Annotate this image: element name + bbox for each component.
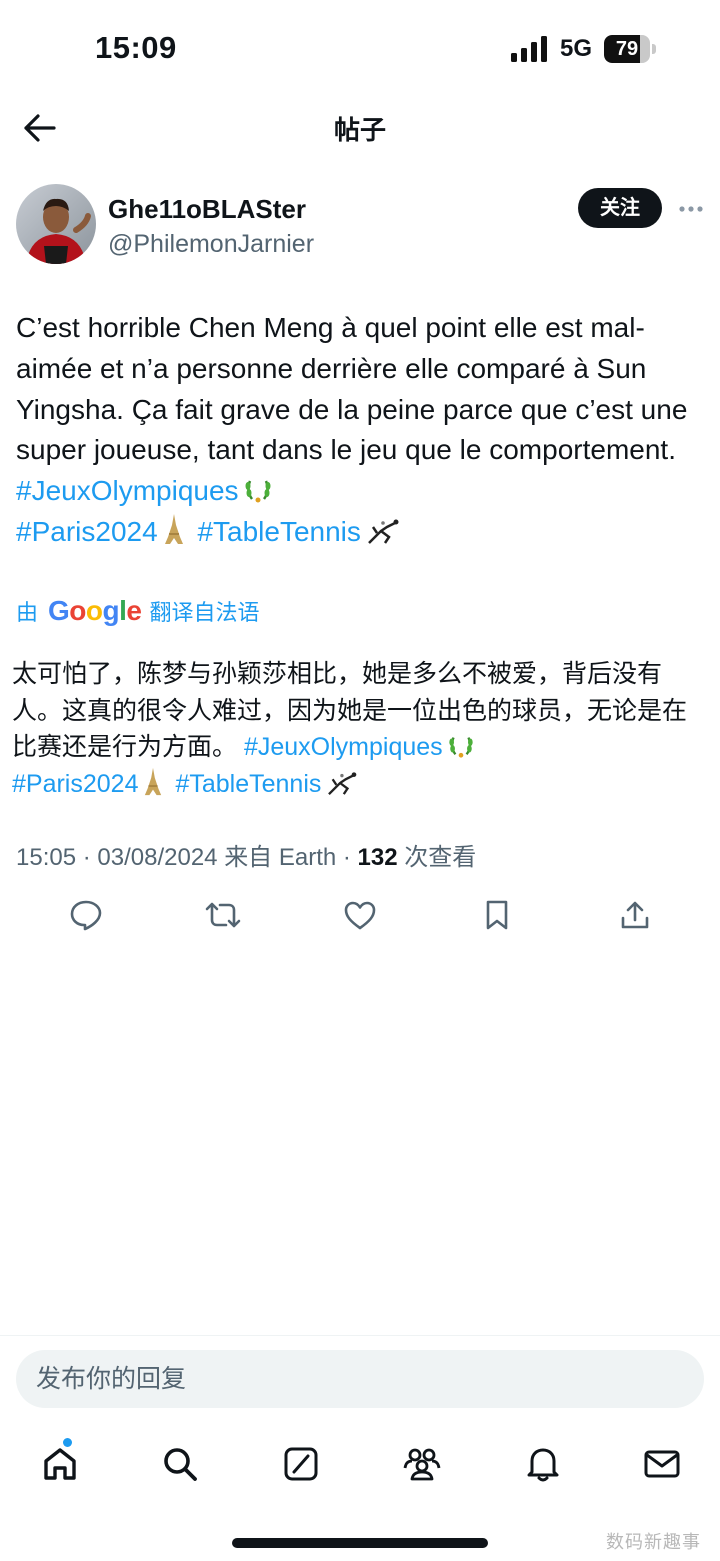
bookmark-icon [486, 900, 508, 930]
translation-source: 翻译自法语 [149, 600, 260, 625]
post-time: 15:05 [16, 844, 77, 871]
top-nav: 帖子 [0, 100, 720, 156]
communities-icon [403, 1448, 441, 1481]
table-tennis-icon [328, 772, 357, 795]
tab-communities[interactable] [394, 1436, 450, 1492]
retweet-button[interactable] [201, 893, 245, 937]
share-icon [621, 901, 649, 929]
home-icon [44, 1448, 76, 1480]
hashtag-jeuxolympiques[interactable]: #JeuxOlympiques [16, 475, 239, 506]
view-count: 132 [357, 844, 398, 871]
more-button[interactable] [676, 194, 706, 224]
translation-credit[interactable]: 由 Google 翻译自法语 [16, 594, 260, 628]
eiffel-tower-icon [145, 767, 162, 795]
notifications-icon [527, 1448, 559, 1482]
tab-grok[interactable] [273, 1436, 329, 1492]
hashtag-tabletennis-translated[interactable]: #TableTennis [175, 770, 321, 798]
reply-input[interactable]: 发布你的回复 [16, 1350, 704, 1408]
status-time: 15:09 [95, 30, 177, 65]
display-name[interactable]: Ghe11oBLASter [108, 194, 306, 225]
battery-icon: 79 [604, 35, 656, 63]
tab-home[interactable] [32, 1436, 88, 1492]
post-actions [0, 893, 720, 937]
hashtag-tabletennis[interactable]: #TableTennis [197, 516, 360, 547]
avatar[interactable] [16, 184, 96, 264]
post-text: C’est horrible Chen Meng à quel point el… [16, 308, 706, 553]
more-horizontal-icon [679, 206, 703, 212]
messages-icon [644, 1450, 680, 1478]
user-handle[interactable]: @PhilemonJarnier [108, 230, 314, 259]
laurel-wreath-icon [449, 737, 473, 758]
grok-icon [284, 1447, 318, 1481]
reply-button[interactable] [64, 893, 108, 937]
like-icon [344, 901, 376, 930]
post-date: 03/08/2024 [97, 844, 218, 871]
hashtag-paris2024-translated[interactable]: #Paris2024 [12, 770, 138, 798]
table-tennis-icon [368, 519, 399, 544]
avatar-image [16, 184, 96, 264]
eiffel-tower-icon [164, 513, 183, 544]
hashtag-jeuxolympiques-translated[interactable]: #JeuxOlympiques [244, 733, 443, 761]
battery-level: 79 [615, 38, 639, 60]
bookmark-button[interactable] [475, 893, 519, 937]
post-source: 来自 Earth [224, 844, 337, 871]
hashtag-paris2024[interactable]: #Paris2024 [16, 516, 158, 547]
status-bar: 15:09 5G 79 [0, 0, 720, 100]
post-author: Ghe11oBLASter @PhilemonJarnier 关注 [16, 184, 706, 266]
network-type: 5G [560, 35, 593, 62]
google-logo: Google [48, 595, 142, 626]
share-button[interactable] [613, 893, 657, 937]
translation-prefix: 由 [16, 600, 39, 625]
tab-notifications[interactable] [515, 1436, 571, 1492]
search-icon [164, 1448, 197, 1481]
translated-text: 太可怕了，陈梦与孙颖莎相比，她是多么不被爱，背后没有人。这真的很令人难过，因为她… [12, 656, 702, 802]
notification-dot [63, 1438, 72, 1447]
follow-button[interactable]: 关注 [578, 188, 662, 228]
laurel-wreath-icon [245, 480, 271, 503]
retweet-icon [205, 902, 241, 928]
view-label: 次查看 [404, 844, 477, 871]
tab-search[interactable] [152, 1436, 208, 1492]
tab-messages[interactable] [634, 1436, 690, 1492]
watermark: 数码新趣事 [606, 1532, 701, 1552]
page-title: 帖子 [333, 115, 386, 145]
signal-icon [511, 36, 547, 62]
divider [0, 1335, 720, 1336]
bottom-tab-bar [0, 1436, 720, 1492]
post-body: C’est horrible Chen Meng à quel point el… [16, 312, 688, 466]
home-indicator[interactable] [232, 1538, 488, 1548]
reply-icon [70, 900, 102, 931]
post-meta: 15:05 · 03/08/2024 来自 Earth · 132 次查看 [16, 844, 477, 871]
like-button[interactable] [338, 893, 382, 937]
